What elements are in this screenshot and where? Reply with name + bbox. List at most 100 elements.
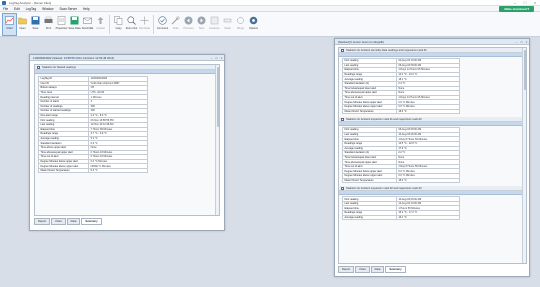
maximize-icon[interactable]: □ [520,0,530,6]
window-1-tabs: Report Chart Data Summary [34,218,103,225]
section-expand-checkbox[interactable] [341,186,344,190]
section-title: Statistics for Ambient inspection mark #… [346,186,422,190]
menu-logtag[interactable]: LogTag [23,7,39,11]
toolbar-send-mail-button[interactable]: Send Mail [81,14,94,35]
toolbar-scale-button[interactable]: Scale [221,14,234,35]
tab-report[interactable]: Report [338,266,355,273]
save-icon [31,16,40,25]
window-title: LogTag Analyzer - [Seven Files] [9,0,52,5]
tab-summary[interactable]: Summary [385,266,406,273]
tab-chart[interactable]: Chart [355,266,370,273]
logger-window-2: [Stacked] 6 sensor items (in dlogsdb) – … [334,38,530,277]
minimize-icon[interactable]: – [510,0,520,6]
summary-panel-2: Statistics for Ambient Humidity Data rea… [338,47,527,264]
toolbar-features-button[interactable]: Features [208,14,221,35]
toolbar-zoom-out-button[interactable]: Zoom Out [125,14,138,35]
tab-data[interactable]: Data [370,266,385,273]
toolbar-button-label: Next [198,27,205,30]
menu-window[interactable]: Window [39,7,56,11]
row-label: Mean Kinetic Temperature [342,177,397,184]
toolbar-options-button[interactable]: Options [247,14,260,35]
toolbar-pan-data-button[interactable]: Pan Data [138,14,151,35]
toolbar-separator [109,15,110,34]
section-expand-checkbox[interactable] [37,65,40,69]
toolbar-button-label: Save Data [68,27,81,30]
window-2-scrollbar[interactable] [522,48,526,263]
toolbar-button-label: Properties [55,27,68,30]
toolbar-tools-button[interactable]: Tools [169,14,182,35]
close-icon[interactable]: × [530,0,540,6]
tab-data[interactable]: Data [66,218,81,225]
download-badge-button[interactable]: Make download ▾ [499,5,534,12]
row-label: Mean Kinetic Temperature [37,167,90,174]
toolbar-button-label: Zoom Out [125,27,138,30]
toolbar-properties-button[interactable]: Properties [55,14,68,35]
stats-table: First reading 10-Aug-03 06:00 AM Last read… [342,196,461,221]
scale-icon [223,16,232,25]
stats-section: Statistics for Ambient inspection mark #… [339,117,526,184]
toolbar-save-button[interactable]: Save [29,14,42,35]
tab-summary[interactable]: Summary [81,218,102,225]
row-value: 18.6 °C [395,108,461,115]
section-expand-checkbox[interactable] [341,117,344,121]
save-data-icon [70,16,79,25]
menu-scan-server[interactable]: Scan Server [56,7,80,11]
toolbar-separator [153,15,154,34]
copy-icon [114,16,123,25]
window-2-scroll-thumb[interactable] [523,50,526,90]
stats-section: Statistics for Ambient inspection mark #… [339,186,526,221]
toolbar-print-button[interactable]: Print [42,14,55,35]
menu-edit[interactable]: Edit [11,7,23,11]
table-row: Mean Kinetic Temperature 5.3 °C [37,167,148,174]
stats-section: Statistics for Ambient Humidity Data rea… [339,48,526,115]
row-label: Average reading [342,214,397,221]
section-expand-checkbox[interactable] [341,48,344,52]
toolbar-button-label: Save [32,27,39,30]
chart-icon [5,16,14,25]
comment-icon [158,16,167,25]
window-2-title: [Stacked] 6 sensor items (in dlogsdb) [338,39,385,44]
window-2-header: [Stacked] 6 sensor items (in dlogsdb) – … [335,39,529,45]
tab-chart[interactable]: Chart [51,218,66,225]
app-logo-icon [2,0,6,5]
toolbar-button-label: Features [209,27,220,30]
row-value: 5.3 °C [88,167,148,174]
toolbar-save-data-button[interactable]: Save Data [68,14,81,35]
options-icon [249,16,258,25]
mdi-workspace: 110000003002 (Started: 13:58:55 2014, Fi… [0,38,540,287]
stats-table-wrap: First reading 10-Aug-03 06:00 AM Last read… [339,195,526,221]
window-1-scroll-thumb[interactable] [216,67,219,127]
window-1-title: 110000003002 (Started: 13:58:55 2014, Fi… [33,55,115,60]
window-1-close-icon[interactable]: × [219,56,224,60]
menu-file[interactable]: File [0,7,11,11]
toolbar-next-button[interactable]: Next [195,14,208,35]
toolbar-rings-button[interactable]: Rings [234,14,247,35]
upload-icon [96,16,105,25]
toolbar-button-label: Scale [224,27,231,30]
toolbar-button-label: Rings [237,27,244,30]
toolbar-copy-button[interactable]: Copy [112,14,125,35]
pan-icon [140,16,149,25]
properties-icon [57,16,66,25]
row-value: 16.1 °C [395,214,461,221]
tools-icon [171,16,180,25]
tab-report[interactable]: Report [34,218,51,225]
window-2-close-icon[interactable]: × [524,40,529,44]
window-1-scrollbar[interactable] [215,65,219,215]
toolbar-button-label: Tools [172,27,179,30]
stats-table-wrap: LogTag ID 110000003002 User ID Cold chain s… [35,74,219,175]
menu-help[interactable]: Help [80,7,93,11]
features-icon [210,16,219,25]
window-1-header: 110000003002 (Started: 13:58:55 2014, Fi… [30,55,224,61]
stats-table: First reading 04-Aug-03 10:00 AM Last read… [342,58,461,115]
toolbar-previous-button[interactable]: Previous [182,14,195,35]
table-row: Average reading 16.1 °C [342,214,461,221]
section-title: Statistics for Ambient Humidity Data rea… [346,48,427,52]
rings-icon [236,16,245,25]
row-label: Mean Kinetic Temperature [342,108,397,115]
toolbar-comment-button[interactable]: Comment [156,14,169,35]
toolbar-open-button[interactable]: Open [16,14,29,35]
toolbar-chart-button[interactable]: Chart [2,13,17,36]
toolbar-upload-button[interactable]: Upload [94,14,107,35]
stats-table-wrap: First reading 04-Aug-03 10:00 AM Last read… [339,57,526,115]
